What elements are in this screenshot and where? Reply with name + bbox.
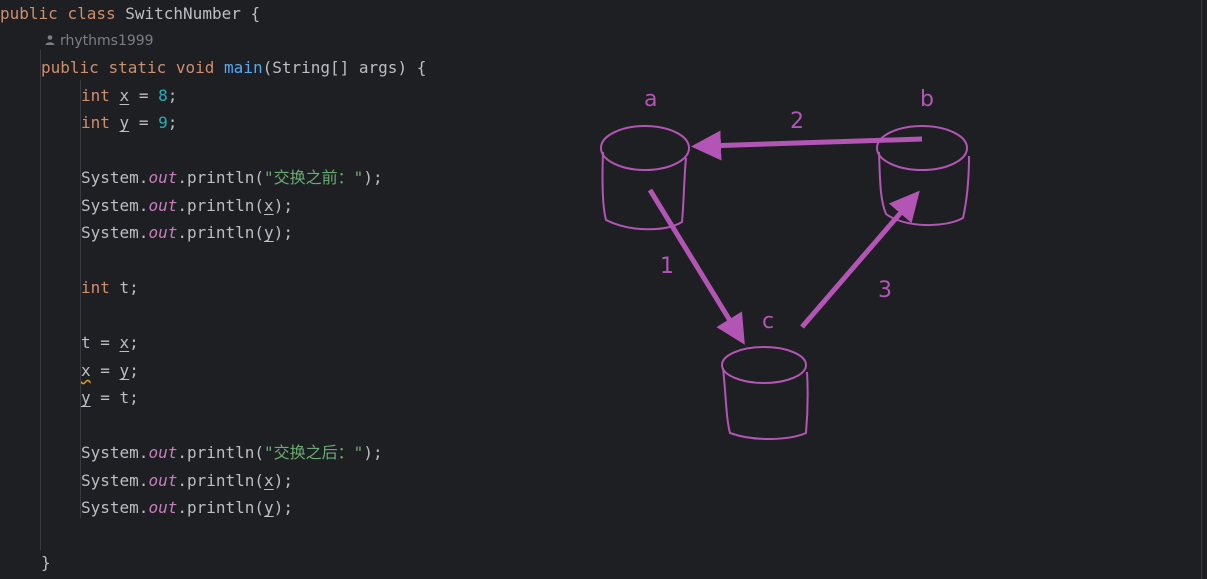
cylinder-c: [721, 346, 809, 441]
node-label-a: a: [644, 87, 657, 112]
node-label-b: b: [920, 87, 934, 112]
cylinder-a: [600, 125, 690, 231]
node-label-c: c: [762, 309, 774, 334]
step-label-3: 3: [878, 278, 892, 303]
swap-diagram: a b c 1 2 3: [600, 87, 970, 441]
step-label-2: 2: [790, 109, 804, 134]
arrow-b-to-a: [691, 130, 923, 161]
arrow-c-to-b: [800, 190, 920, 329]
step-label-1: 1: [660, 254, 674, 279]
code-editor[interactable]: public class SwitchNumber { rhythms1999 …: [0, 0, 1207, 579]
